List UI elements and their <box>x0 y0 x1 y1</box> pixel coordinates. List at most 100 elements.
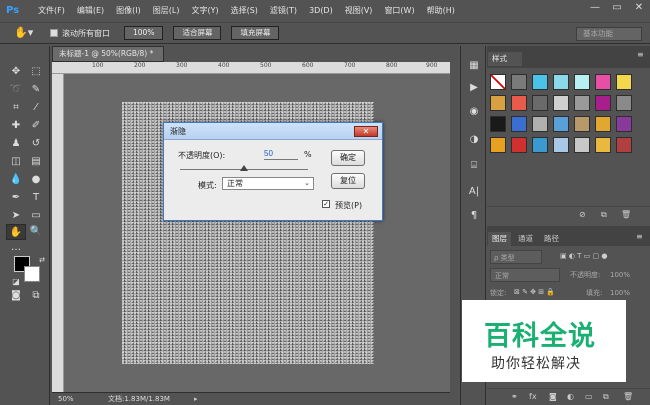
menu-filter[interactable]: 滤镜(T) <box>264 0 303 22</box>
fill-value[interactable]: 100% <box>610 286 630 300</box>
style-swatch-none[interactable] <box>490 74 506 90</box>
style-swatch[interactable] <box>511 116 527 132</box>
style-swatch[interactable] <box>574 95 590 111</box>
workspace-select[interactable]: 基本功能 <box>576 27 642 41</box>
minimize-button[interactable]: — <box>588 2 602 13</box>
menu-select[interactable]: 选择(S) <box>225 0 264 22</box>
style-swatch[interactable] <box>574 137 590 153</box>
eraser-tool-icon[interactable]: ◫ <box>6 154 26 170</box>
opacity-input[interactable] <box>264 148 298 160</box>
zoom-tool-icon[interactable]: 🔍 <box>26 224 46 240</box>
hand-tool-icon[interactable]: ✋ <box>6 224 26 240</box>
style-swatch[interactable] <box>553 74 569 90</box>
background-color-swatch[interactable] <box>24 266 40 282</box>
status-arrow-icon[interactable]: ▸ <box>194 393 198 405</box>
properties-panel-icon[interactable]: ◉ <box>465 104 483 120</box>
fill-screen-button[interactable]: 填充屏幕 <box>231 26 280 40</box>
eyedropper-tool-icon[interactable]: ⁄ <box>26 100 46 116</box>
scroll-all-windows-checkbox[interactable] <box>50 29 58 37</box>
layer-kind-filter[interactable]: ρ 类型 <box>490 250 542 264</box>
maximize-button[interactable]: ▭ <box>610 2 624 13</box>
adjustments-panel-icon[interactable]: ◑ <box>465 132 483 148</box>
link-layers-icon[interactable]: ⚭ <box>511 392 518 401</box>
layer-filter-icons[interactable]: ▣ ◐ T ▭ ▢ ● <box>560 252 607 260</box>
pen-tool-icon[interactable]: ✒ <box>6 190 26 206</box>
style-swatch[interactable] <box>616 74 632 90</box>
style-swatch[interactable] <box>490 137 506 153</box>
styles-tab[interactable]: 样式 <box>488 52 522 66</box>
style-swatch[interactable] <box>511 95 527 111</box>
style-swatch[interactable] <box>553 116 569 132</box>
paragraph-mark-icon[interactable]: ¶ <box>465 208 483 224</box>
layer-blend-mode[interactable]: 正常 <box>490 268 560 282</box>
menu-3d[interactable]: 3D(D) <box>303 0 339 22</box>
stamp-tool-icon[interactable]: ♟ <box>6 136 26 152</box>
blur-tool-icon[interactable]: 💧 <box>6 172 26 188</box>
style-swatch[interactable] <box>595 137 611 153</box>
swap-colors-icon[interactable]: ⇄ <box>32 252 52 268</box>
status-zoom[interactable]: 50% <box>58 393 74 405</box>
healing-brush-tool-icon[interactable]: ✚ <box>6 118 26 134</box>
style-swatch[interactable] <box>595 74 611 90</box>
layer-opacity-value[interactable]: 100% <box>610 268 630 282</box>
path-select-tool-icon[interactable]: ➤ <box>6 208 26 224</box>
add-mask-icon[interactable]: ◙ <box>549 392 557 401</box>
style-swatch[interactable] <box>574 116 590 132</box>
style-swatch[interactable] <box>490 95 506 111</box>
new-style-icon[interactable]: ⧉ <box>601 210 607 220</box>
quick-mask-icon[interactable]: ◙ <box>6 288 26 304</box>
fit-screen-button[interactable]: 适合屏幕 <box>173 26 222 40</box>
move-tool-icon[interactable]: ✥ <box>6 64 26 80</box>
lock-icons[interactable]: ⊠ ✎ ✥ ⊞ 🔒 <box>514 288 555 296</box>
menu-image[interactable]: 图像(I) <box>110 0 147 22</box>
ok-button[interactable]: 确定 <box>331 150 365 166</box>
clear-style-icon[interactable]: ⊘ <box>579 210 586 219</box>
fx-icon[interactable]: fx <box>529 392 537 401</box>
menu-view[interactable]: 视图(V) <box>339 0 379 22</box>
panel-menu-icon[interactable]: ≡ <box>637 50 644 59</box>
delete-style-icon[interactable]: 🗑 <box>621 210 631 219</box>
tab-paths[interactable]: 路径 <box>540 232 563 246</box>
tab-channels[interactable]: 通道 <box>514 232 537 246</box>
style-swatch[interactable] <box>595 95 611 111</box>
menu-type[interactable]: 文字(Y) <box>185 0 224 22</box>
paragraph-panel-icon[interactable]: ⌸ <box>465 158 483 174</box>
mode-select[interactable]: 正常 ⌄ <box>222 177 314 190</box>
new-group-icon[interactable]: ▭ <box>585 392 593 401</box>
adjustment-layer-icon[interactable]: ◐ <box>567 392 574 401</box>
character-panel-icon[interactable]: A| <box>465 184 483 200</box>
close-button[interactable]: ✕ <box>632 2 646 13</box>
style-swatch[interactable] <box>595 116 611 132</box>
gradient-tool-icon[interactable]: ▤ <box>26 154 46 170</box>
style-swatch[interactable] <box>553 137 569 153</box>
more-tools-icon[interactable]: … <box>6 240 26 256</box>
menu-window[interactable]: 窗口(W) <box>378 0 420 22</box>
dialog-titlebar[interactable]: 渐隐 ✕ <box>164 123 382 140</box>
menu-edit[interactable]: 编辑(E) <box>71 0 110 22</box>
tab-layers[interactable]: 图层 <box>488 232 511 246</box>
reset-button[interactable]: 复位 <box>331 173 365 189</box>
document-tab[interactable]: 未标题-1 @ 50%(RGB/8) * × <box>52 46 164 72</box>
style-swatch[interactable] <box>511 137 527 153</box>
style-swatch[interactable] <box>616 95 632 111</box>
style-swatch[interactable] <box>616 116 632 132</box>
crop-tool-icon[interactable]: ⌗ <box>6 100 26 116</box>
style-swatch[interactable] <box>532 137 548 153</box>
menu-layer[interactable]: 图层(L) <box>147 0 186 22</box>
actions-panel-icon[interactable]: ▶ <box>465 80 483 96</box>
style-swatch[interactable] <box>490 116 506 132</box>
menu-file[interactable]: 文件(F) <box>32 0 71 22</box>
quick-select-tool-icon[interactable]: ✎ <box>26 82 46 98</box>
lasso-tool-icon[interactable]: ➰ <box>6 82 26 98</box>
style-swatch[interactable] <box>616 137 632 153</box>
style-swatch[interactable] <box>553 95 569 111</box>
marquee-tool-icon[interactable]: ⬚ <box>26 64 46 80</box>
brush-tool-icon[interactable]: ✐ <box>26 118 46 134</box>
dodge-tool-icon[interactable]: ● <box>26 172 46 188</box>
menu-help[interactable]: 帮助(H) <box>421 0 461 22</box>
style-swatch[interactable] <box>532 95 548 111</box>
screen-mode-icon[interactable]: ⧉ <box>26 288 46 304</box>
layers-panel-menu-icon[interactable]: ≡ <box>636 232 643 241</box>
preview-checkbox[interactable]: ✓ <box>322 200 330 208</box>
rectangle-tool-icon[interactable]: ▭ <box>26 208 46 224</box>
